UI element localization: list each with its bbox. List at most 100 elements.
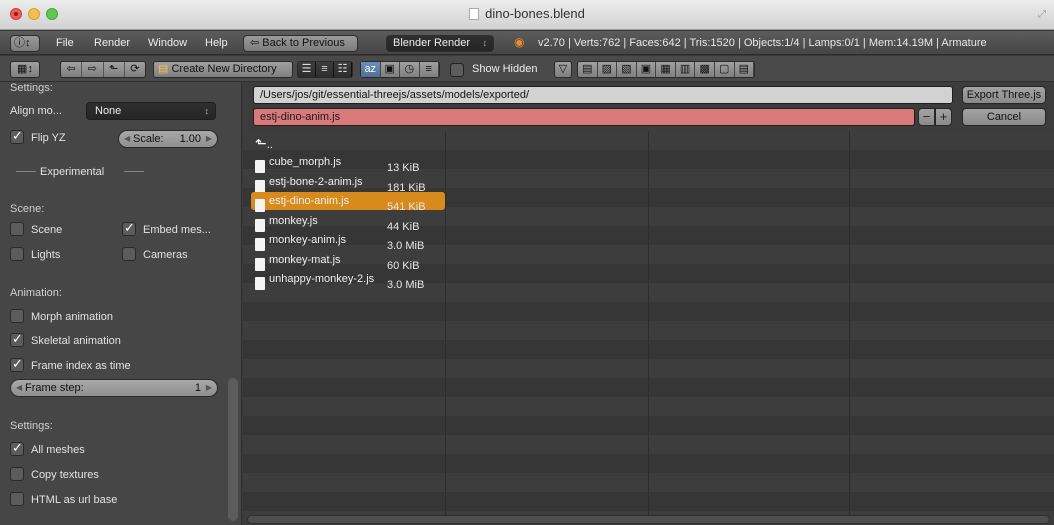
back-arrow-icon[interactable]: ⇦ bbox=[61, 62, 83, 77]
settings-heading: Settings: bbox=[10, 82, 53, 94]
directory-path-field[interactable]: /Users/jos/git/essential-threejs/assets/… bbox=[253, 86, 953, 104]
filter-script-icon[interactable]: ▥ bbox=[676, 62, 696, 77]
short-list-icon[interactable]: ☰ bbox=[298, 62, 316, 77]
morph-animation-checkbox[interactable] bbox=[10, 309, 24, 323]
flip-yz-checkbox[interactable] bbox=[10, 128, 24, 144]
frame-index-checkbox[interactable] bbox=[10, 356, 24, 372]
scene-option[interactable]: Scene bbox=[10, 222, 62, 238]
frame-step-field[interactable]: ◀ Frame step: 1 ▶ bbox=[10, 379, 218, 397]
file-icon bbox=[255, 238, 265, 251]
filter-text-icon[interactable]: ▤ bbox=[735, 62, 755, 77]
sidebar-scrollbar[interactable] bbox=[228, 82, 238, 525]
skeletal-animation-checkbox[interactable] bbox=[10, 331, 24, 347]
file-name: monkey-anim.js bbox=[269, 234, 347, 246]
menu-render[interactable]: Render bbox=[94, 35, 130, 52]
sort-extension-icon[interactable]: ▣ bbox=[381, 62, 400, 77]
cameras-option[interactable]: Cameras bbox=[122, 247, 188, 263]
html-url-base-checkbox[interactable] bbox=[10, 492, 24, 506]
increment-arrow-icon[interactable]: ▶ bbox=[206, 380, 212, 396]
parent-directory-icon[interactable]: ⬑ bbox=[104, 62, 125, 77]
scene-checkbox[interactable] bbox=[10, 222, 24, 236]
back-to-previous-button[interactable]: ⇦ Back to Previous bbox=[243, 35, 358, 52]
render-engine-dropdown[interactable]: Blender Render ↕ bbox=[386, 35, 494, 52]
cancel-button[interactable]: Cancel bbox=[962, 108, 1046, 126]
html-url-base-label: HTML as url base bbox=[31, 494, 118, 506]
create-new-directory-button[interactable]: ▤ Create New Directory bbox=[153, 61, 293, 78]
file-icon bbox=[255, 199, 265, 212]
blender-logo-icon: ◉ bbox=[514, 35, 525, 49]
filename-field[interactable]: estj-dino-anim.js bbox=[253, 108, 915, 126]
menu-help[interactable]: Help bbox=[205, 35, 228, 52]
filter-blend-icon[interactable]: ▨ bbox=[598, 62, 618, 77]
parent-directory-item[interactable]: ⬑.. bbox=[251, 134, 445, 152]
lights-option[interactable]: Lights bbox=[10, 247, 60, 263]
display-mode-buttons: ☰ ≡ ☷ bbox=[297, 61, 353, 78]
sort-alpha-icon[interactable]: az bbox=[361, 62, 381, 77]
increment-filename-button[interactable]: + bbox=[935, 108, 952, 126]
filter-folder-icon[interactable]: ▤ bbox=[578, 62, 598, 77]
scale-label: Scale: bbox=[133, 133, 164, 145]
file-item[interactable]: monkey-anim.js 3.0 MiB bbox=[251, 231, 445, 252]
folder-icon: ▤ bbox=[158, 63, 169, 75]
export-settings-sidebar: Settings: Align mo... None ↕ Flip YZ ◀ S… bbox=[0, 82, 242, 525]
sidebar-scroll-thumb[interactable] bbox=[228, 378, 238, 521]
long-list-icon[interactable]: ≡ bbox=[316, 62, 334, 77]
fullscreen-icon[interactable]: ⤢ bbox=[1038, 9, 1046, 20]
menu-file[interactable]: File bbox=[56, 35, 74, 52]
file-item[interactable]: cube_morph.js 13 KiB bbox=[251, 153, 445, 174]
filter-icon[interactable]: ▽ bbox=[554, 61, 572, 78]
show-hidden-checkbox[interactable] bbox=[450, 63, 464, 77]
thumbnails-icon[interactable]: ☷ bbox=[334, 62, 352, 77]
file-item[interactable]: monkey-mat.js 60 KiB bbox=[251, 251, 445, 272]
export-threejs-button[interactable]: Export Three.js bbox=[962, 86, 1046, 104]
decrement-filename-button[interactable]: − bbox=[918, 108, 935, 126]
column-divider bbox=[849, 131, 850, 515]
skeletal-animation-option[interactable]: Skeletal animation bbox=[10, 331, 121, 349]
align-dropdown[interactable]: None ↕ bbox=[86, 102, 216, 120]
all-meshes-checkbox[interactable] bbox=[10, 440, 24, 456]
all-meshes-option[interactable]: All meshes bbox=[10, 440, 85, 458]
cameras-checkbox[interactable] bbox=[122, 247, 136, 261]
filter-font-icon[interactable]: ▩ bbox=[695, 62, 715, 77]
editor-type-selector[interactable]: ⓘ↕ bbox=[10, 35, 40, 52]
sort-mode-buttons: az ▣ ◷ ≡ bbox=[360, 61, 440, 78]
forward-arrow-icon[interactable]: ⇨ bbox=[82, 62, 104, 77]
menu-window[interactable]: Window bbox=[148, 35, 187, 52]
lights-checkbox[interactable] bbox=[10, 247, 24, 261]
editor-type-selector-file-browser[interactable]: ▦↕ bbox=[10, 61, 40, 78]
file-item[interactable]: estj-dino-anim.js 541 KiB bbox=[251, 192, 445, 213]
separator-line bbox=[16, 171, 36, 172]
horizontal-scrollbar[interactable] bbox=[247, 515, 1050, 524]
filter-sound-icon[interactable]: ▢ bbox=[715, 62, 735, 77]
frame-index-label: Frame index as time bbox=[31, 360, 131, 372]
increment-arrow-icon[interactable]: ▶ bbox=[206, 131, 212, 147]
sort-size-icon[interactable]: ≡ bbox=[420, 62, 439, 77]
copy-textures-option[interactable]: Copy textures bbox=[10, 467, 99, 483]
file-item[interactable]: estj-bone-2-anim.js 181 KiB bbox=[251, 173, 445, 194]
frame-step-value: 1 bbox=[194, 382, 201, 394]
filter-backup-icon[interactable]: ▧ bbox=[617, 62, 637, 77]
column-divider bbox=[445, 131, 446, 515]
experimental-label: Experimental bbox=[40, 166, 105, 178]
morph-animation-option[interactable]: Morph animation bbox=[10, 309, 113, 325]
flip-yz-option[interactable]: Flip YZ bbox=[10, 128, 66, 146]
sort-time-icon[interactable]: ◷ bbox=[400, 62, 420, 77]
filter-image-icon[interactable]: ▣ bbox=[637, 62, 657, 77]
embed-meshes-option[interactable]: Embed mes... bbox=[122, 220, 211, 238]
copy-textures-checkbox[interactable] bbox=[10, 467, 24, 481]
file-name: estj-bone-2-anim.js bbox=[269, 175, 363, 188]
file-item[interactable]: unhappy-monkey-2.js 3.0 MiB bbox=[251, 270, 445, 291]
filter-movie-icon[interactable]: ▦ bbox=[656, 62, 676, 77]
refresh-icon[interactable]: ⟳ bbox=[125, 62, 145, 77]
flip-yz-label: Flip YZ bbox=[31, 132, 66, 144]
frame-index-option[interactable]: Frame index as time bbox=[10, 356, 131, 374]
parent-directory-icon: ⬑ bbox=[255, 135, 267, 151]
scale-field[interactable]: ◀ Scale: 1.00 ▶ bbox=[118, 130, 218, 148]
embed-meshes-checkbox[interactable] bbox=[122, 220, 136, 236]
html-url-base-option[interactable]: HTML as url base bbox=[10, 492, 117, 508]
chevron-updown-icon: ↕ bbox=[204, 106, 210, 116]
decrement-arrow-icon[interactable]: ◀ bbox=[16, 380, 22, 396]
decrement-arrow-icon[interactable]: ◀ bbox=[124, 131, 130, 147]
animation-heading: Animation: bbox=[10, 287, 62, 299]
file-item[interactable]: monkey.js 44 KiB bbox=[251, 212, 445, 233]
